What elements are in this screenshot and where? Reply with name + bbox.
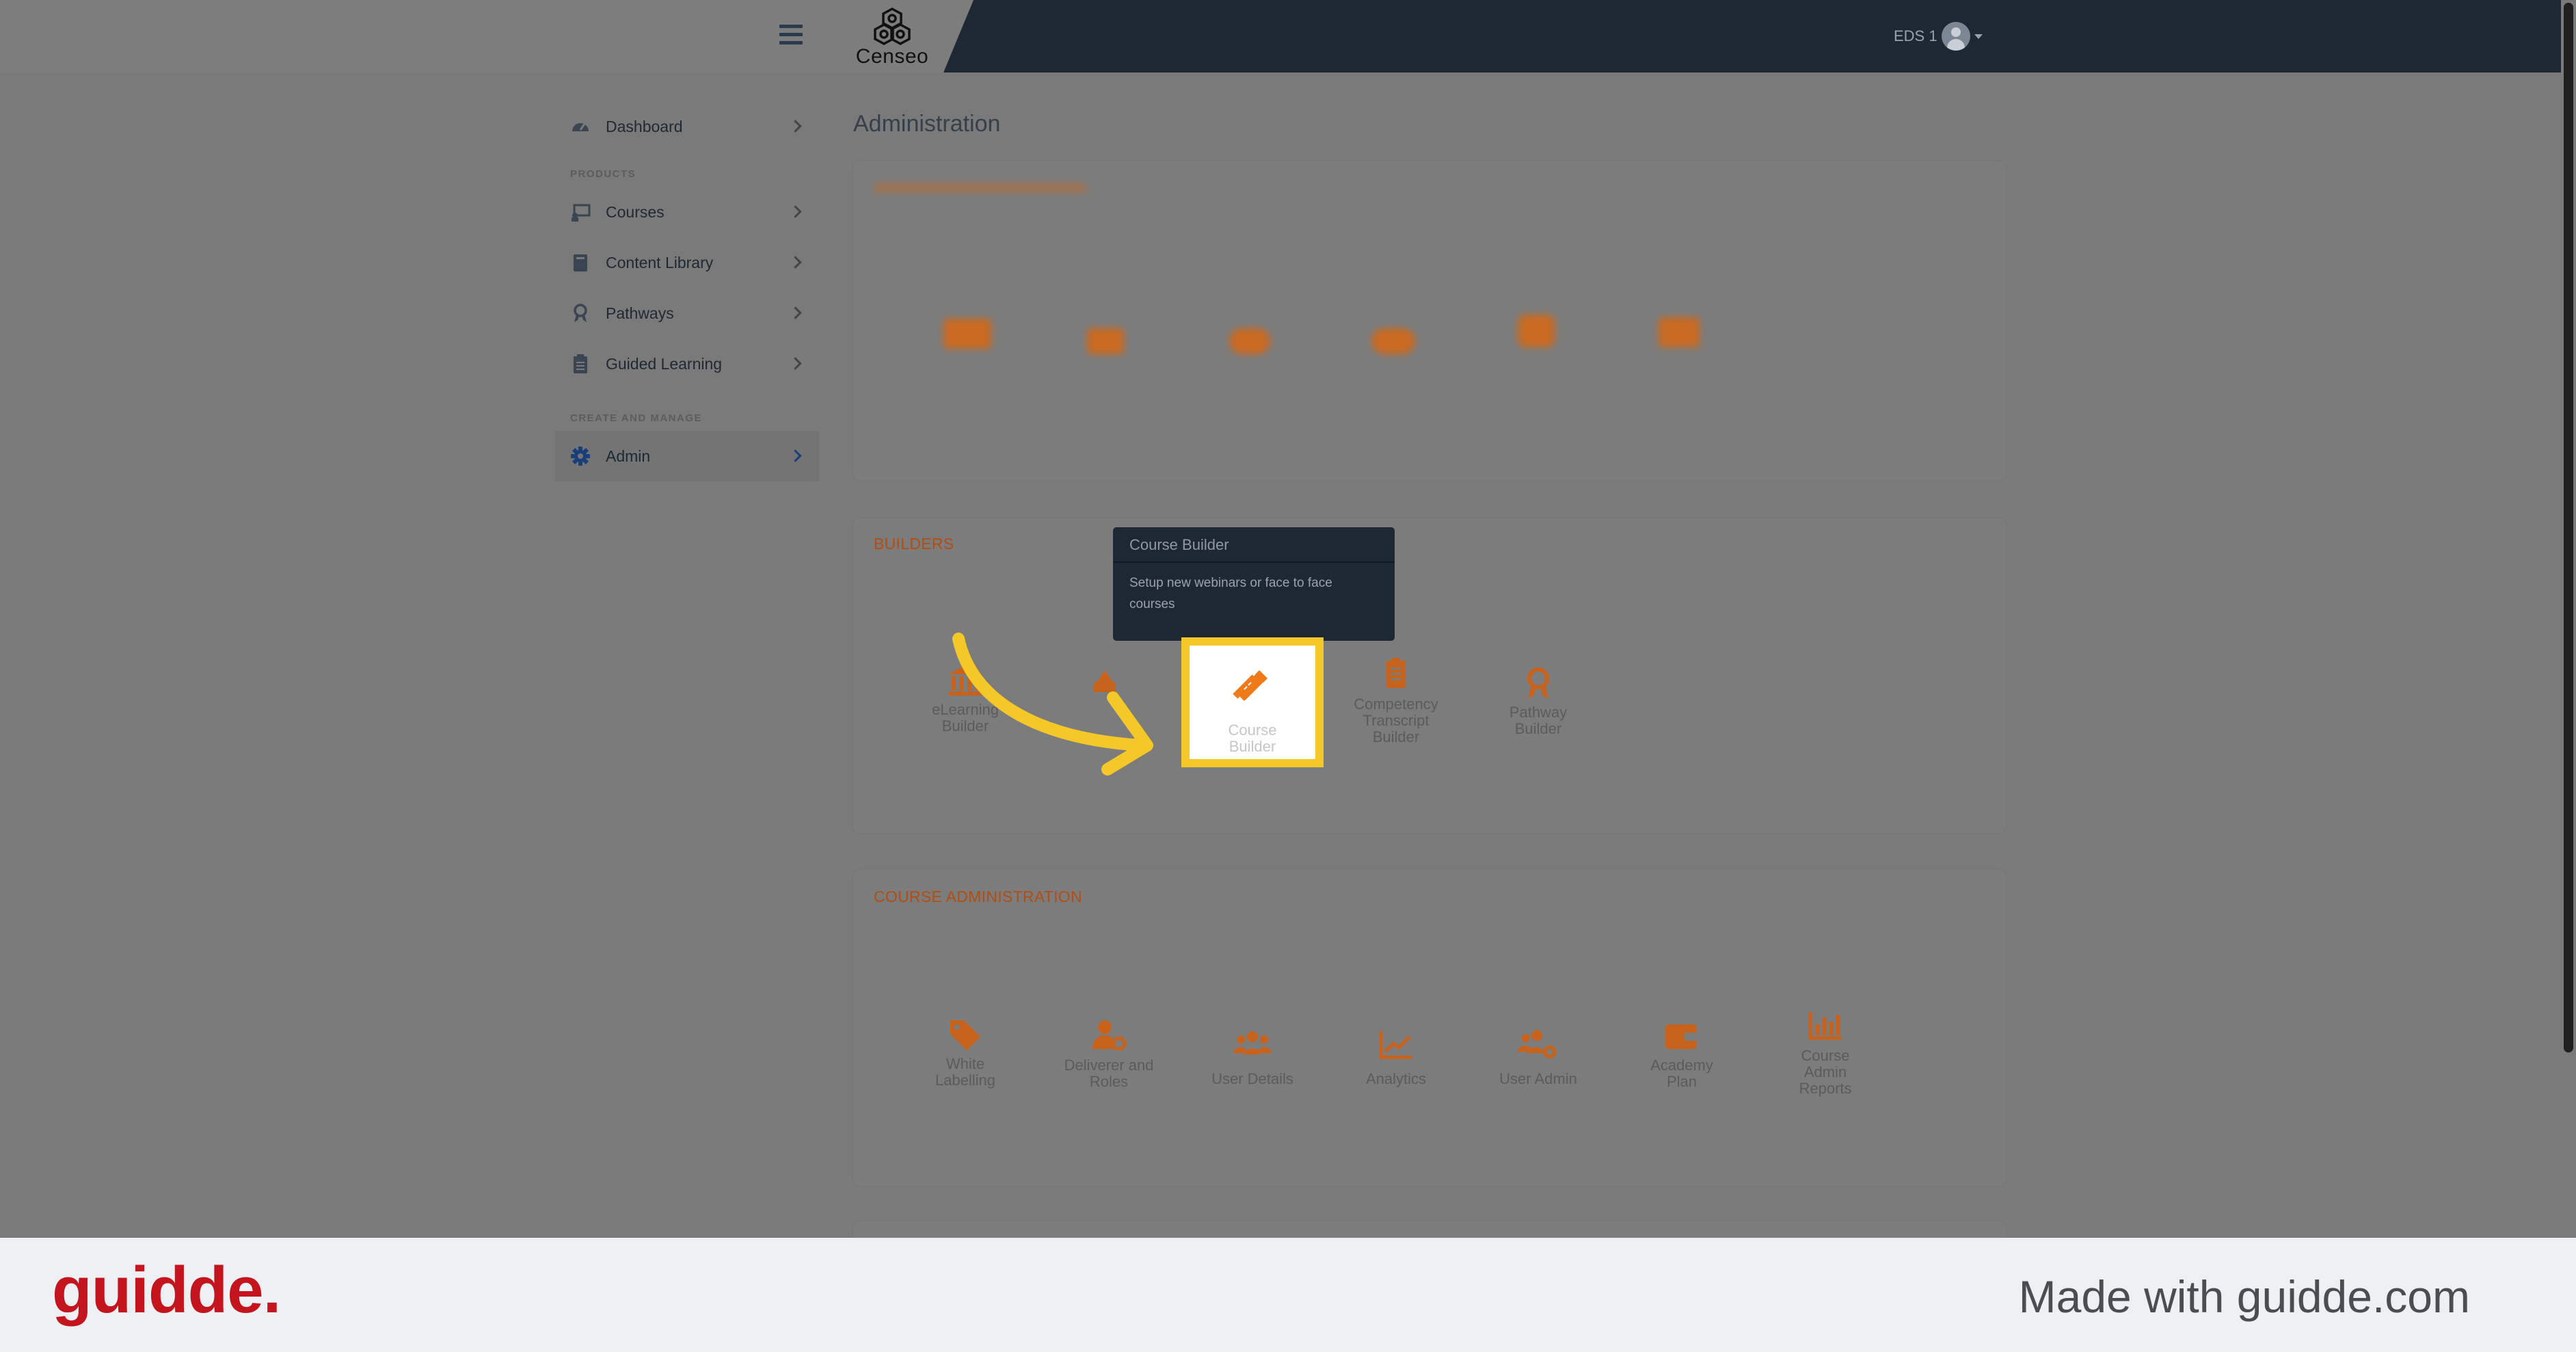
sidebar-item-label: Pathways — [606, 304, 674, 322]
course-admin-reports-tile[interactable]: Course Admin Reports — [1771, 1007, 1880, 1097]
white-labelling-tile[interactable]: White Labelling — [911, 1015, 1020, 1089]
user-cog-icon — [1088, 1016, 1129, 1057]
award-icon — [1518, 663, 1559, 704]
top-bar: Censeo EDS 1 — [0, 0, 2561, 72]
course-builder-tile[interactable]: Course Builder — [1181, 637, 1324, 767]
pathway-builder-tile[interactable]: Pathway Builder — [1484, 663, 1593, 737]
section-label-create-manage: CREATE AND MANAGE — [570, 412, 702, 424]
sidebar-item-admin[interactable]: Admin — [555, 431, 819, 481]
award-icon — [570, 303, 591, 323]
page-title: Administration — [853, 111, 1001, 137]
scrollbar[interactable] — [2561, 0, 2576, 1238]
sidebar: Dashboard PRODUCTS Courses Content Libra… — [555, 101, 819, 481]
builders-title: BUILDERS — [874, 535, 954, 553]
censeo-logo-icon — [874, 8, 911, 45]
courses-icon — [570, 202, 591, 222]
sidebar-item-label: Dashboard — [606, 117, 683, 135]
users-cog-icon — [1518, 1026, 1559, 1067]
sidebar-item-label: Content Library — [606, 253, 714, 271]
clipboard-list-icon — [1376, 655, 1417, 696]
sidebar-item-label: Admin — [606, 447, 651, 465]
tile-label: Analytics — [1365, 1070, 1427, 1087]
sidebar-item-label: Guided Learning — [606, 354, 723, 373]
footer: guidde. Made with guidde.com — [0, 1238, 2576, 1352]
academy-plan-tile[interactable]: Academy Plan — [1627, 1016, 1736, 1090]
tile-label: Course Builder — [1228, 721, 1277, 755]
clipboard-icon — [570, 354, 591, 374]
tile-label: Competency Transcript Builder — [1354, 695, 1438, 745]
sidebar-item-courses[interactable]: Courses — [555, 187, 819, 237]
wallet-icon — [1661, 1016, 1702, 1057]
top-bar-left — [0, 0, 974, 72]
guidde-logo: guidde. — [52, 1254, 281, 1327]
avatar-icon — [1941, 22, 1970, 51]
chart-line-icon — [1376, 1026, 1417, 1067]
section-label-products: PRODUCTS — [570, 168, 636, 180]
censeo-logo[interactable]: Censeo — [848, 7, 937, 68]
users-icon — [1232, 1026, 1273, 1067]
blurred-panel — [853, 161, 2006, 480]
course-administration-panel: COURSE ADMINISTRATION White Labelling De… — [853, 870, 2006, 1186]
sidebar-item-label: Courses — [606, 202, 665, 221]
tile-label: Academy Plan — [1650, 1057, 1713, 1090]
chart-bar-icon — [1805, 1007, 1846, 1048]
tile-label: Deliverer and Roles — [1064, 1057, 1154, 1090]
tile-label: Pathway Builder — [1509, 704, 1568, 737]
analytics-tile[interactable]: Analytics — [1341, 1026, 1451, 1087]
course-administration-title: COURSE ADMINISTRATION — [874, 888, 1082, 905]
tags-icon — [945, 1015, 986, 1056]
user-details-tile[interactable]: User Details — [1198, 1026, 1307, 1087]
guide-arrow-icon — [952, 633, 1153, 776]
tile-label: Course Admin Reports — [1799, 1047, 1852, 1097]
sidebar-item-guided-learning[interactable]: Guided Learning — [555, 339, 819, 389]
deliverer-and-roles-tile[interactable]: Deliverer and Roles — [1054, 1016, 1164, 1090]
blurred-panel-content — [853, 161, 2006, 480]
course-builder-tooltip: Course Builder Setup new webinars or fac… — [1113, 527, 1395, 646]
user-name: EDS 1 — [1894, 27, 1937, 44]
dashboard-gauge-icon — [570, 116, 591, 137]
caret-down-icon — [1974, 34, 1983, 39]
sidebar-item-content-library[interactable]: Content Library — [555, 237, 819, 288]
pencil-ruler-icon — [1231, 665, 1274, 708]
user-menu[interactable]: EDS 1 — [1894, 21, 1983, 52]
tooltip-title: Course Builder — [1113, 527, 1395, 563]
hamburger-menu-icon[interactable] — [779, 25, 803, 45]
competency-transcript-builder-tile[interactable]: Competency Transcript Builder — [1341, 655, 1451, 745]
app-name: Censeo — [855, 45, 929, 68]
sidebar-item-dashboard[interactable]: Dashboard — [555, 101, 819, 152]
tile-label: User Admin — [1499, 1070, 1577, 1087]
tile-label: User Details — [1211, 1070, 1293, 1087]
tooltip-text: Setup new webinars or face to face cours… — [1129, 576, 1332, 611]
made-with-text: Made with guidde.com — [2018, 1271, 2470, 1322]
book-icon — [570, 252, 591, 273]
user-admin-tile[interactable]: User Admin — [1484, 1026, 1593, 1087]
gear-icon — [570, 446, 591, 466]
sidebar-item-pathways[interactable]: Pathways — [555, 288, 819, 339]
tile-label: White Labelling — [935, 1055, 996, 1089]
scrollbar-thumb[interactable] — [2564, 3, 2573, 1052]
